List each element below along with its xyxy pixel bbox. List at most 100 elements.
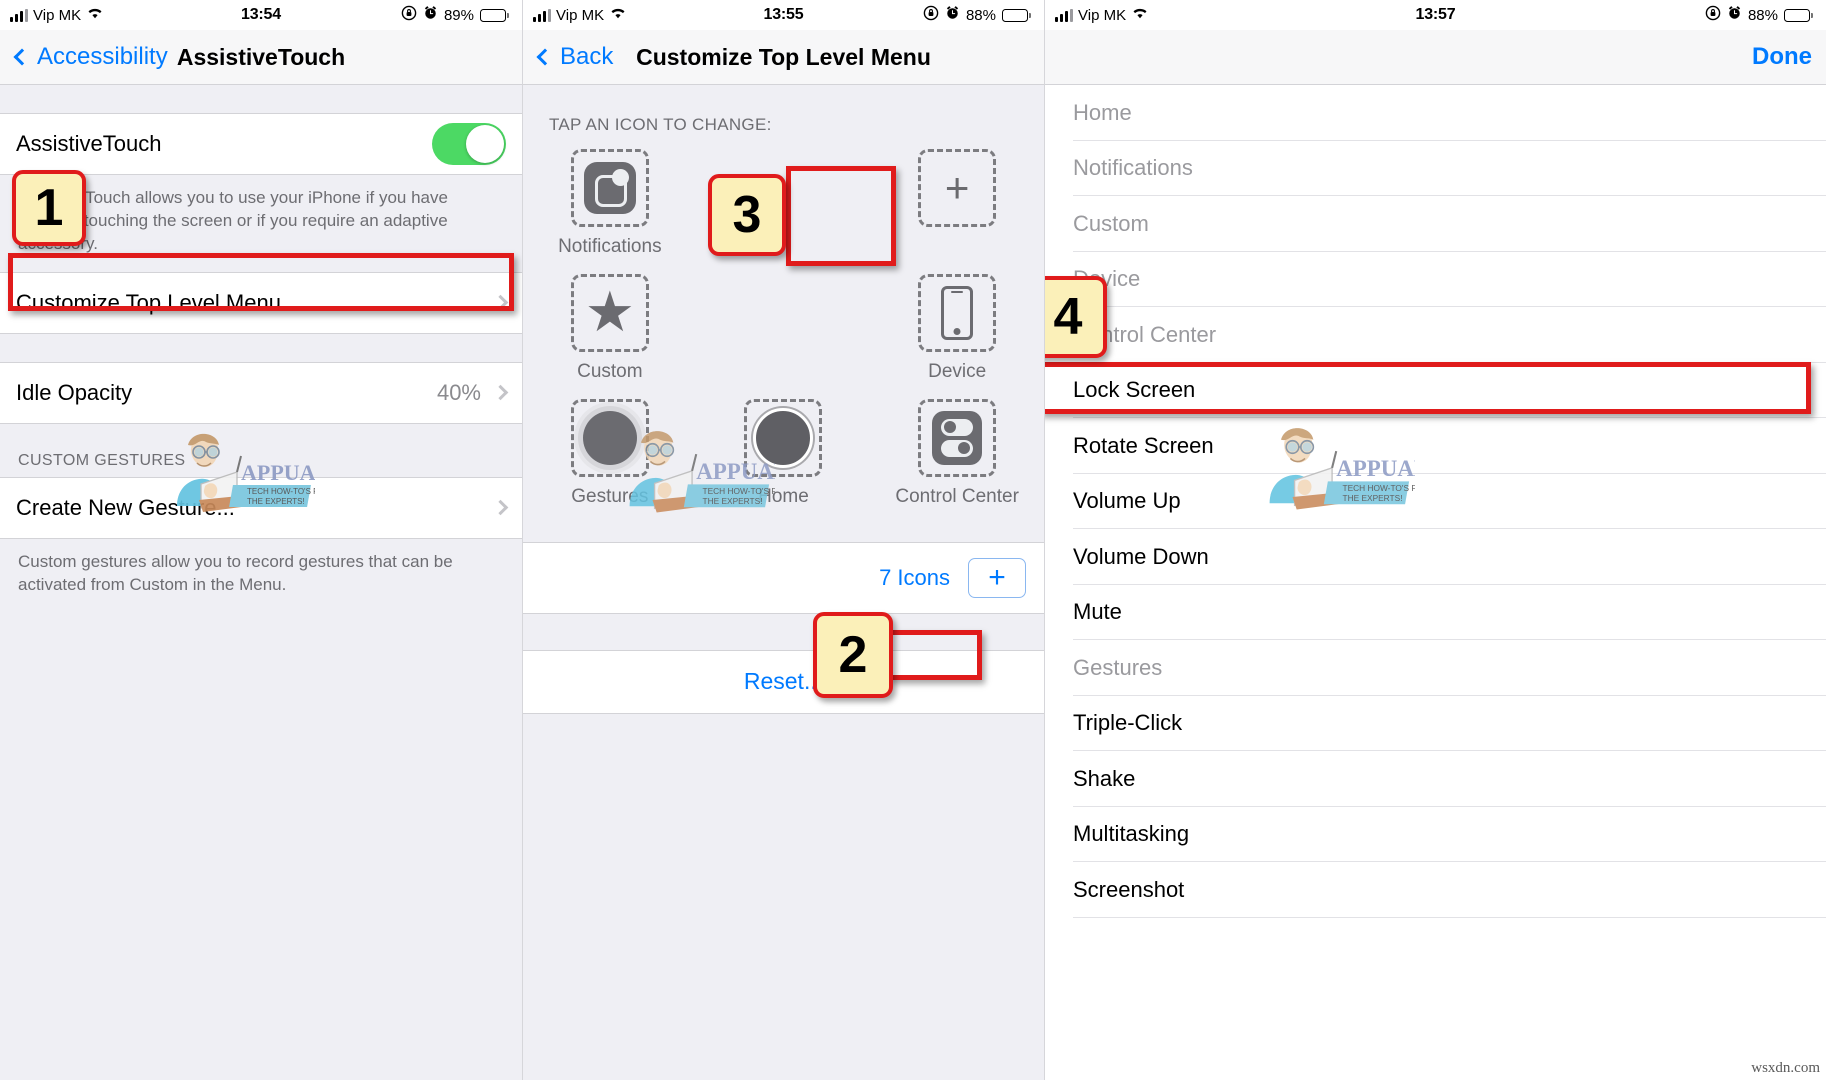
list-item[interactable]: Triple-Click (1045, 696, 1826, 752)
list-item[interactable]: Volume Down (1045, 529, 1826, 585)
icon-caption: Control Center (895, 485, 1019, 507)
icon-count-label: 7 Icons (879, 564, 950, 590)
icon-box[interactable] (570, 149, 649, 227)
battery-percent-label: 88% (965, 6, 996, 24)
battery-percent-label: 88% (1747, 6, 1778, 24)
step-badge-2: 2 (813, 612, 893, 698)
nav-bar-1: Accessibility AssistiveTouch (0, 30, 522, 85)
alarm-clock-icon (423, 5, 438, 25)
icon-cell-custom[interactable]: ★ Custom (535, 273, 685, 383)
icon-grid-row-2: ★ Custom Device (523, 273, 1044, 383)
done-button[interactable]: Done (1752, 43, 1812, 71)
list-item-label: Shake (1073, 765, 1136, 791)
status-bar-2: Vip MK 13:55 88% (523, 0, 1044, 30)
list-item[interactable]: Multitasking (1045, 807, 1826, 863)
list-item[interactable]: Volume Up (1045, 474, 1826, 530)
icon-caption: Notifications (558, 236, 662, 257)
list-item-label: Lock Screen (1073, 377, 1196, 403)
list-item-label: Mute (1073, 599, 1122, 625)
icon-cell-home[interactable]: Home (708, 398, 858, 508)
icon-count-row: 7 Icons + (523, 541, 1044, 614)
back-button-label: Back (560, 43, 614, 70)
add-icon-button[interactable]: + (968, 557, 1026, 598)
rotation-lock-icon (923, 5, 939, 26)
rotation-lock-icon (1705, 5, 1721, 26)
back-button-label: Accessibility (37, 43, 168, 70)
custom-gestures-group: Create New Gesture... (0, 476, 522, 539)
notifications-icon (583, 162, 636, 214)
step-badge-1: 1 (12, 170, 86, 246)
idle-opacity-value: 40% (436, 379, 481, 405)
icon-cell-device[interactable]: Device (882, 273, 1032, 383)
list-item[interactable]: Mute (1045, 585, 1826, 641)
list-item[interactable]: Screenshot (1045, 862, 1826, 918)
top-spacer-1 (0, 85, 522, 113)
customize-label: Customize Top Level Menu... (16, 289, 300, 315)
customize-group: Customize Top Level Menu... (0, 271, 522, 334)
custom-gestures-footnote: Custom gestures allow you to record gest… (18, 551, 453, 594)
list-item-label: Multitasking (1073, 821, 1190, 847)
list-item-lock-screen[interactable]: Lock Screen (1045, 363, 1826, 419)
list-item[interactable]: Device (1045, 252, 1826, 308)
list-item[interactable]: Gestures (1045, 640, 1826, 696)
icon-box[interactable] (918, 273, 997, 352)
list-item-label: Notifications (1073, 155, 1193, 181)
alarm-clock-icon (1727, 5, 1742, 25)
signal-bars-icon (10, 8, 28, 22)
assistivetouch-toggle[interactable] (432, 123, 506, 165)
carrier-label: Vip MK (556, 6, 605, 24)
icon-box[interactable] (918, 398, 997, 477)
chevron-right-icon (492, 385, 509, 401)
signal-bars-icon (533, 8, 551, 22)
status-right-3: 88% (1705, 5, 1813, 26)
assistivetouch-row[interactable]: AssistiveTouch (0, 114, 522, 174)
list-item-label: Volume Down (1073, 543, 1209, 569)
battery-icon (480, 8, 509, 22)
icon-box-empty-slot[interactable]: + (918, 149, 997, 227)
back-button[interactable]: Back (536, 43, 614, 71)
icon-cell-control-center[interactable]: Control Center (882, 398, 1032, 508)
list-item-label: Gestures (1073, 654, 1163, 680)
screenshot-root: Vip MK 13:54 89% Accessibility Assistive… (0, 0, 1826, 1080)
back-button-accessibility[interactable]: Accessibility (13, 43, 168, 71)
chevron-right-icon (492, 500, 509, 516)
list-item[interactable]: Rotate Screen (1045, 418, 1826, 474)
list-item-label: Triple-Click (1073, 710, 1183, 736)
idle-opacity-group: Idle Opacity 40% (0, 361, 522, 424)
wifi-icon (86, 6, 104, 24)
status-bar-1: Vip MK 13:54 89% (0, 0, 522, 30)
panel-customize-top-level-menu: Vip MK 13:55 88% Back Customize Top Leve… (522, 0, 1044, 1080)
source-credit: wsxdn.com (1751, 1060, 1820, 1076)
status-left-2: Vip MK (533, 6, 627, 24)
chevron-right-icon (492, 295, 509, 311)
gestures-icon (582, 410, 637, 465)
reset-row[interactable]: Reset... (523, 649, 1044, 714)
customize-top-level-menu-row[interactable]: Customize Top Level Menu... (0, 272, 522, 333)
create-new-gesture-row[interactable]: Create New Gesture... (0, 477, 522, 538)
list-item-label: Rotate Screen (1073, 432, 1214, 458)
battery-icon (1784, 8, 1813, 22)
icon-box[interactable]: ★ (570, 273, 649, 352)
icon-cell-notifications[interactable]: Notifications (535, 149, 685, 258)
list-item[interactable]: Notifications (1045, 141, 1826, 197)
list-item[interactable]: Control Center (1045, 307, 1826, 363)
list-item[interactable]: Shake (1045, 751, 1826, 807)
icon-cell-gestures[interactable]: Gestures (535, 398, 685, 508)
icon-box[interactable] (744, 398, 823, 477)
chevron-left-icon (536, 48, 554, 66)
step-badge-4: 4 (1045, 276, 1107, 358)
assistivetouch-label: AssistiveTouch (16, 131, 162, 156)
list-item[interactable]: Custom (1045, 196, 1826, 252)
rotation-lock-icon (401, 5, 417, 26)
toggle-knob (466, 125, 504, 163)
nav-bar-3: Done (1045, 30, 1826, 85)
list-item[interactable]: Home (1045, 85, 1826, 141)
icon-cell-add-slot[interactable]: + (882, 149, 1032, 236)
list-item-label: Volume Up (1073, 488, 1181, 514)
custom-gestures-header: CUSTOM GESTURES (18, 451, 186, 469)
idle-opacity-row[interactable]: Idle Opacity 40% (0, 362, 522, 423)
list-item-label: Home (1073, 99, 1132, 125)
panel-assistivetouch-settings: Vip MK 13:54 89% Accessibility Assistive… (0, 0, 522, 1080)
icon-box[interactable] (570, 398, 649, 477)
idle-opacity-label: Idle Opacity (16, 379, 133, 405)
